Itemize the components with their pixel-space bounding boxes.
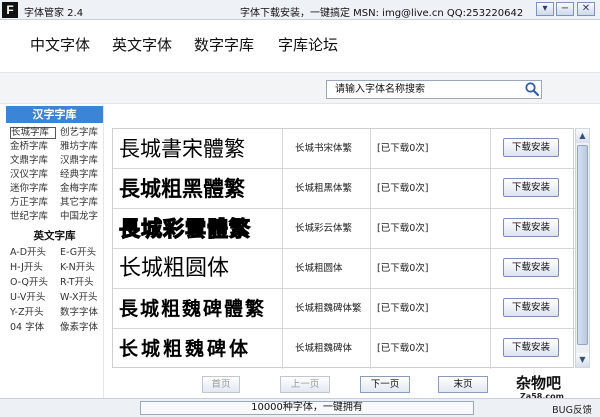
- font-action-cell: 下载安装: [491, 329, 575, 369]
- font-row: 長城書宋體繁 长城书宋体繁 [已下载0次] 下载安装: [113, 129, 575, 169]
- download-install-button[interactable]: 下载安装: [503, 258, 559, 277]
- font-name: 长城粗魏碑体: [283, 329, 371, 369]
- sidebar-item-wending[interactable]: 文鼎字库: [10, 155, 56, 167]
- font-action-cell: 下载安装: [491, 209, 575, 249]
- font-row: 长城粗魏碑体 长城粗魏碑体 [已下载0次] 下载安装: [113, 329, 575, 369]
- font-preview: 长城粗魏碑体: [113, 329, 283, 369]
- sidebar-item-w-x[interactable]: W-X开头: [60, 292, 106, 304]
- app-logo-icon: F: [2, 2, 18, 18]
- font-list: 長城書宋體繁 长城书宋体繁 [已下载0次] 下载安装 長城粗黑體繁 长城粗黑体繁…: [112, 128, 575, 369]
- sidebar-item-other[interactable]: 其它字库: [60, 197, 106, 209]
- sidebar-item-fangzheng[interactable]: 方正字库: [10, 197, 56, 209]
- sidebar-item-o-q[interactable]: O-Q开头: [10, 277, 56, 289]
- download-count: [已下载0次]: [371, 169, 491, 209]
- status-bar: 10000种字体，一键拥有 BUG反馈: [0, 398, 600, 417]
- font-name: 长城彩云体繁: [283, 209, 371, 249]
- sidebar: 汉字字库 长城字库 创艺字库 金桥字库 雅坊字库 文鼎字库 汉鼎字库 汉仪字库 …: [6, 106, 104, 400]
- scroll-up-icon[interactable]: ▲: [576, 129, 589, 143]
- status-text: 10000种字体，一键拥有: [140, 401, 474, 415]
- sidebar-item-jinmei[interactable]: 金梅字库: [60, 183, 106, 195]
- font-name: 长城粗黑体繁: [283, 169, 371, 209]
- sidebar-item-k-n[interactable]: K-N开头: [60, 262, 106, 274]
- font-action-cell: 下载安装: [491, 289, 575, 329]
- scroll-thumb[interactable]: [577, 145, 588, 345]
- search-icon[interactable]: [524, 81, 540, 97]
- font-preview: 長城粗魏碑體繁: [113, 289, 283, 329]
- sidebar-item-digital[interactable]: 数字字体: [60, 307, 106, 319]
- font-preview: 長城粗黑體繁: [113, 169, 283, 209]
- english-font-categories: A-D开头 E-G开头 H-J开头 K-N开头 O-Q开头 R-T开头 U-V开…: [6, 247, 103, 334]
- nav-chinese-fonts[interactable]: 中文字体: [30, 34, 90, 55]
- font-row: 長城彩雲體繁 长城彩云体繁 [已下载0次] 下载安装: [113, 209, 575, 249]
- font-action-cell: 下载安装: [491, 249, 575, 289]
- download-count: [已下载0次]: [371, 289, 491, 329]
- app-tagline: 字体下载安装，一键搞定 MSN: img@live.cn QQ:25322064…: [240, 8, 524, 19]
- sidebar-item-yafang[interactable]: 雅坊字库: [60, 141, 106, 153]
- app-title: 字体管家 2.4: [24, 8, 84, 19]
- search-bar: 请输入字体名称搜索: [0, 72, 600, 104]
- sidebar-item-zhongguolong[interactable]: 中国龙字: [60, 211, 106, 223]
- sidebar-item-changcheng[interactable]: 长城字库: [10, 127, 56, 139]
- minimize-button[interactable]: −: [556, 2, 574, 16]
- top-nav: 中文字体 英文字体 数字字库 字库论坛: [0, 21, 600, 71]
- scroll-down-icon[interactable]: ▼: [576, 353, 589, 367]
- sidebar-item-hanyi[interactable]: 汉仪字库: [10, 169, 56, 181]
- sidebar-item-jingdian[interactable]: 经典字库: [60, 169, 106, 181]
- font-action-cell: 下载安装: [491, 129, 575, 169]
- download-install-button[interactable]: 下载安装: [503, 218, 559, 237]
- watermark-logo: 杂物吧: [516, 374, 562, 392]
- sidebar-item-pixel[interactable]: 像素字体: [60, 322, 106, 334]
- font-name: 长城粗魏碑体繁: [283, 289, 371, 329]
- sidebar-item-r-t[interactable]: R-T开头: [60, 277, 106, 289]
- search-input[interactable]: 请输入字体名称搜索: [326, 80, 542, 99]
- font-preview: 长城粗圆体: [113, 249, 283, 289]
- sidebar-item-handing[interactable]: 汉鼎字库: [60, 155, 106, 167]
- chinese-font-categories: 长城字库 创艺字库 金桥字库 雅坊字库 文鼎字库 汉鼎字库 汉仪字库 经典字库 …: [6, 123, 103, 223]
- prev-page-button[interactable]: 上一页: [280, 376, 330, 393]
- sidebar-item-u-v[interactable]: U-V开头: [10, 292, 56, 304]
- close-button[interactable]: ✕: [577, 2, 595, 16]
- sidebar-item-shiji[interactable]: 世纪字库: [10, 211, 56, 223]
- font-row: 長城粗黑體繁 长城粗黑体繁 [已下载0次] 下载安装: [113, 169, 575, 209]
- sidebar-item-mini[interactable]: 迷你字库: [10, 183, 56, 195]
- menu-dropdown-button[interactable]: ▾: [536, 2, 554, 16]
- download-count: [已下载0次]: [371, 249, 491, 289]
- download-install-button[interactable]: 下载安装: [503, 338, 559, 357]
- nav-font-forum[interactable]: 字库论坛: [278, 34, 338, 55]
- font-row: 长城粗圆体 长城粗圆体 [已下载0次] 下载安装: [113, 249, 575, 289]
- download-count: [已下载0次]: [371, 129, 491, 169]
- sidebar-item-04[interactable]: 04 字体: [10, 322, 56, 334]
- font-action-cell: 下载安装: [491, 169, 575, 209]
- sidebar-item-h-j[interactable]: H-J开头: [10, 262, 56, 274]
- sidebar-item-a-d[interactable]: A-D开头: [10, 247, 56, 259]
- list-scrollbar[interactable]: ▲ ▼: [575, 128, 590, 368]
- download-install-button[interactable]: 下载安装: [503, 178, 559, 197]
- nav-digital-fonts[interactable]: 数字字库: [194, 34, 254, 55]
- font-preview: 長城書宋體繁: [113, 129, 283, 169]
- font-row: 長城粗魏碑體繁 长城粗魏碑体繁 [已下载0次] 下载安装: [113, 289, 575, 329]
- font-name: 长城书宋体繁: [283, 129, 371, 169]
- last-page-button[interactable]: 末页: [438, 376, 488, 393]
- download-install-button[interactable]: 下载安装: [503, 298, 559, 317]
- nav-english-fonts[interactable]: 英文字体: [112, 34, 172, 55]
- sidebar-item-jinqiao[interactable]: 金桥字库: [10, 141, 56, 153]
- download-count: [已下载0次]: [371, 209, 491, 249]
- bug-report-link[interactable]: BUG反馈: [552, 402, 592, 416]
- download-install-button[interactable]: 下载安装: [503, 138, 559, 157]
- font-name: 长城粗圆体: [283, 249, 371, 289]
- download-count: [已下载0次]: [371, 329, 491, 369]
- sidebar-item-chuangyi[interactable]: 创艺字库: [60, 127, 106, 139]
- sidebar-header-chinese: 汉字字库: [6, 106, 103, 123]
- font-preview: 長城彩雲體繁: [113, 209, 283, 249]
- title-bar: F 字体管家 2.4 字体下载安装，一键搞定 MSN: img@live.cn …: [0, 0, 600, 20]
- sidebar-item-y-z[interactable]: Y-Z开头: [10, 307, 56, 319]
- first-page-button[interactable]: 首页: [202, 376, 240, 393]
- sidebar-item-e-g[interactable]: E-G开头: [60, 247, 106, 259]
- next-page-button[interactable]: 下一页: [360, 376, 410, 393]
- sidebar-header-english: 英文字库: [33, 230, 76, 242]
